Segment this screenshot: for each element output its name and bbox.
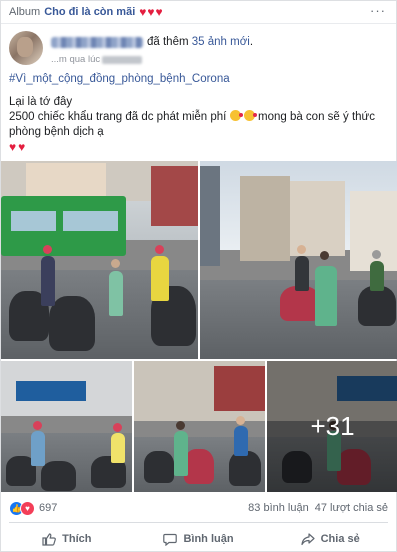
photo-count-link[interactable]: 35 ảnh mới	[192, 36, 250, 48]
post-line-1: Lại là tớ đây	[9, 96, 73, 108]
comment-icon	[163, 533, 178, 546]
time-blurred	[102, 55, 143, 64]
post-line-2-text: 2500 chiếc khẩu trang đã dc phát miễn ph…	[9, 111, 227, 123]
header-divider	[1, 23, 396, 24]
photo-3[interactable]	[1, 361, 132, 492]
photo-2-scene	[200, 161, 397, 359]
post-action-verb: đã thêm	[147, 36, 189, 48]
post-line-2-tail: mong bà con sẽ ý thức	[257, 111, 375, 123]
post-action-text: đã thêm 35 ảnh mới.	[147, 36, 254, 48]
album-header: Album Cho đi là còn mãi ♥♥♥	[9, 4, 164, 20]
stats-right: 83 bình luận 47 lượt chia sẻ	[248, 502, 388, 514]
share-icon	[301, 532, 315, 545]
post-body: Lại là tớ đây 2500 chiếc khẩu trang đã d…	[9, 95, 389, 155]
photo-3-scene	[1, 361, 132, 492]
poster-name-blurred[interactable]	[51, 36, 143, 48]
kiss-emoji-icon	[243, 110, 257, 121]
more-photos-overlay[interactable]: +31	[267, 361, 397, 492]
like-button[interactable]: Thích	[1, 527, 133, 551]
hashtag-link[interactable]: #Vì_một_cộng_đồng_phòng_bệnh_Corona	[9, 73, 230, 85]
time-prefix: ...m qua lúc	[51, 54, 101, 65]
avatar[interactable]	[9, 31, 43, 65]
share-count[interactable]: 47 lượt chia sẻ	[315, 502, 388, 514]
heart-icon[interactable]: ♥	[20, 500, 35, 516]
album-hearts: ♥♥♥	[139, 5, 164, 19]
reaction-stats: 👍 ♥ 697 83 bình luận 47 lượt chia sẻ	[9, 499, 388, 517]
post-timestamp[interactable]: ...m qua lúc	[51, 54, 143, 65]
photo-2[interactable]	[200, 161, 397, 359]
photo-4-scene	[134, 361, 265, 492]
photo-1[interactable]	[1, 161, 198, 359]
kiss-emoji-icon	[229, 110, 243, 121]
post-line-2: 2500 chiếc khẩu trang đã dc phát miễn ph…	[9, 110, 389, 125]
post-line-3: phòng bệnh dịch ạ	[9, 126, 104, 138]
thumbs-up-icon	[42, 532, 57, 546]
album-name-link[interactable]: Cho đi là còn mãi	[44, 6, 135, 18]
like-label: Thích	[62, 533, 92, 545]
photo-5[interactable]: +31	[267, 361, 397, 492]
photo-4[interactable]	[134, 361, 265, 492]
share-label: Chia sẻ	[320, 533, 360, 545]
action-bar: Thích Bình luận Chia sẻ	[1, 527, 396, 551]
share-button[interactable]: Chia sẻ	[264, 527, 396, 551]
actions-divider	[9, 522, 388, 523]
comment-count[interactable]: 83 bình luận	[248, 502, 309, 514]
comment-label: Bình luận	[183, 533, 234, 545]
post-hearts: ♥♥	[9, 140, 28, 154]
post-card: Album Cho đi là còn mãi ♥♥♥ ··· đã thêm …	[0, 0, 397, 552]
reaction-count[interactable]: 697	[39, 502, 57, 514]
photo-1-scene	[1, 161, 198, 359]
album-prefix: Album	[9, 6, 41, 18]
comment-button[interactable]: Bình luận	[133, 527, 265, 551]
poster-line: đã thêm 35 ảnh mới.	[51, 36, 253, 48]
more-options-icon[interactable]: ···	[370, 3, 386, 18]
